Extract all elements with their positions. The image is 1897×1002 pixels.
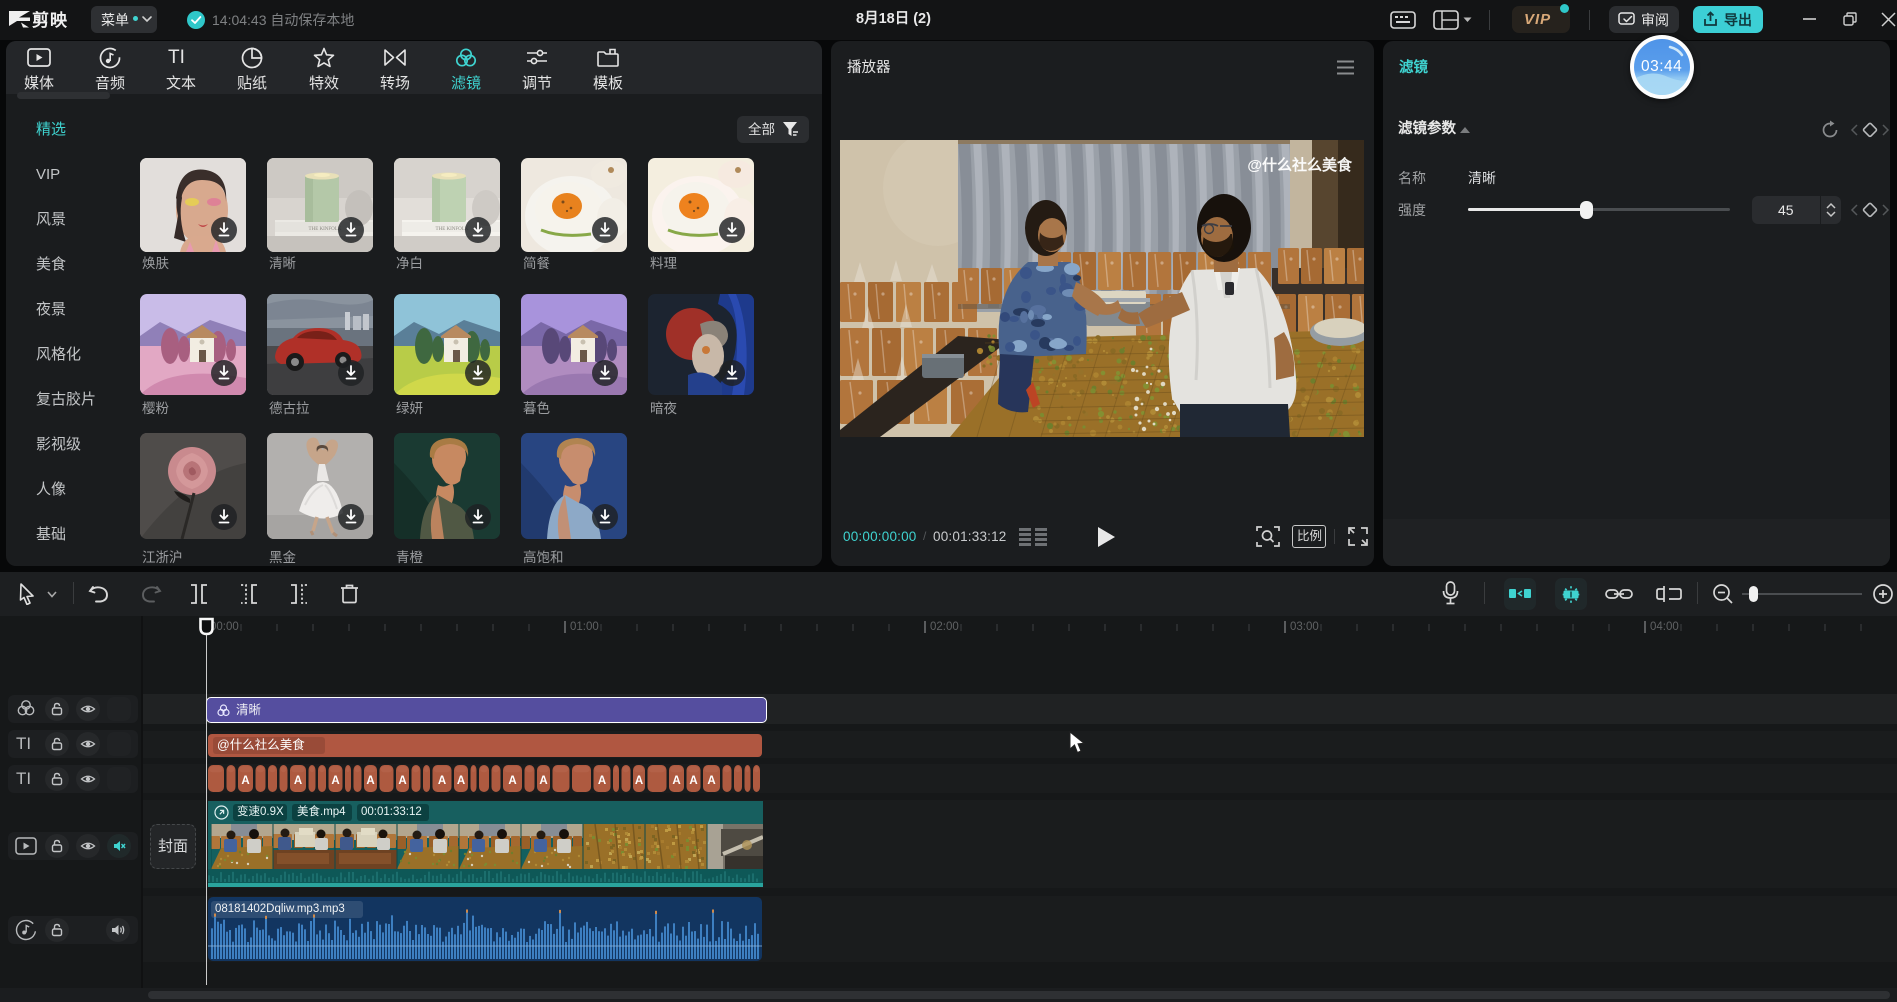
svg-text:A: A (689, 775, 697, 787)
svg-text:A: A (635, 775, 643, 787)
svg-text:A: A (457, 775, 465, 787)
svg-text:A: A (707, 775, 715, 787)
svg-text:A: A (398, 775, 406, 787)
svg-text:A: A (366, 775, 374, 787)
svg-text:A: A (294, 775, 302, 787)
svg-text:A: A (539, 775, 547, 787)
svg-text:A: A (331, 775, 339, 787)
svg-text:A: A (438, 775, 446, 787)
svg-text:A: A (241, 775, 249, 787)
svg-text:A: A (598, 775, 606, 787)
svg-text:A: A (672, 775, 680, 787)
svg-text:A: A (508, 775, 516, 787)
